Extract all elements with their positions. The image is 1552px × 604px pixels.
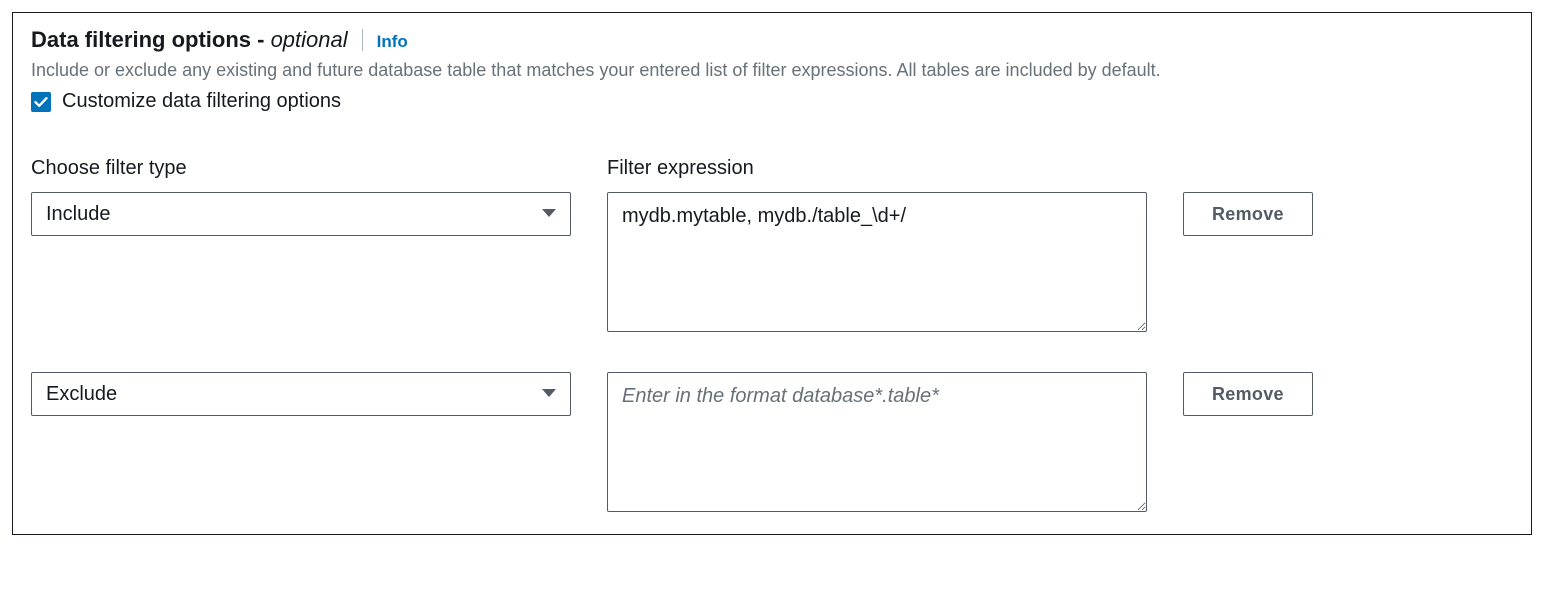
panel-title-main: Data filtering options -	[31, 27, 271, 52]
customize-checkbox[interactable]	[31, 92, 51, 112]
panel-header: Data filtering options - optional Info	[31, 27, 1513, 53]
filter-type-select[interactable]: Include	[31, 192, 571, 236]
panel-title-optional: optional	[271, 27, 348, 52]
remove-button[interactable]: Remove	[1183, 372, 1313, 416]
customize-checkbox-label: Customize data filtering options	[62, 90, 341, 113]
filter-expression-input[interactable]	[607, 372, 1147, 512]
columns-header: Choose filter type Filter expression	[31, 157, 1513, 180]
remove-button[interactable]: Remove	[1183, 192, 1313, 236]
filter-row: Exclude Remove	[31, 372, 1513, 512]
panel-description: Include or exclude any existing and futu…	[31, 57, 1511, 84]
info-link[interactable]: Info	[377, 32, 408, 52]
customize-checkbox-row: Customize data filtering options	[31, 90, 1513, 113]
panel-title: Data filtering options - optional	[31, 27, 348, 53]
title-divider	[362, 29, 363, 51]
filter-type-column-label: Choose filter type	[31, 157, 571, 180]
filter-type-select[interactable]: Exclude	[31, 372, 571, 416]
filter-type-select-wrap: Exclude	[31, 372, 571, 416]
filter-type-value: Include	[46, 203, 111, 226]
filter-expression-column-label: Filter expression	[607, 157, 1147, 180]
filter-expression-input[interactable]	[607, 192, 1147, 332]
data-filtering-panel: Data filtering options - optional Info I…	[12, 12, 1532, 535]
filter-row: Include Remove	[31, 192, 1513, 332]
filter-type-select-wrap: Include	[31, 192, 571, 236]
filter-type-value: Exclude	[46, 383, 117, 406]
check-icon	[34, 95, 48, 109]
